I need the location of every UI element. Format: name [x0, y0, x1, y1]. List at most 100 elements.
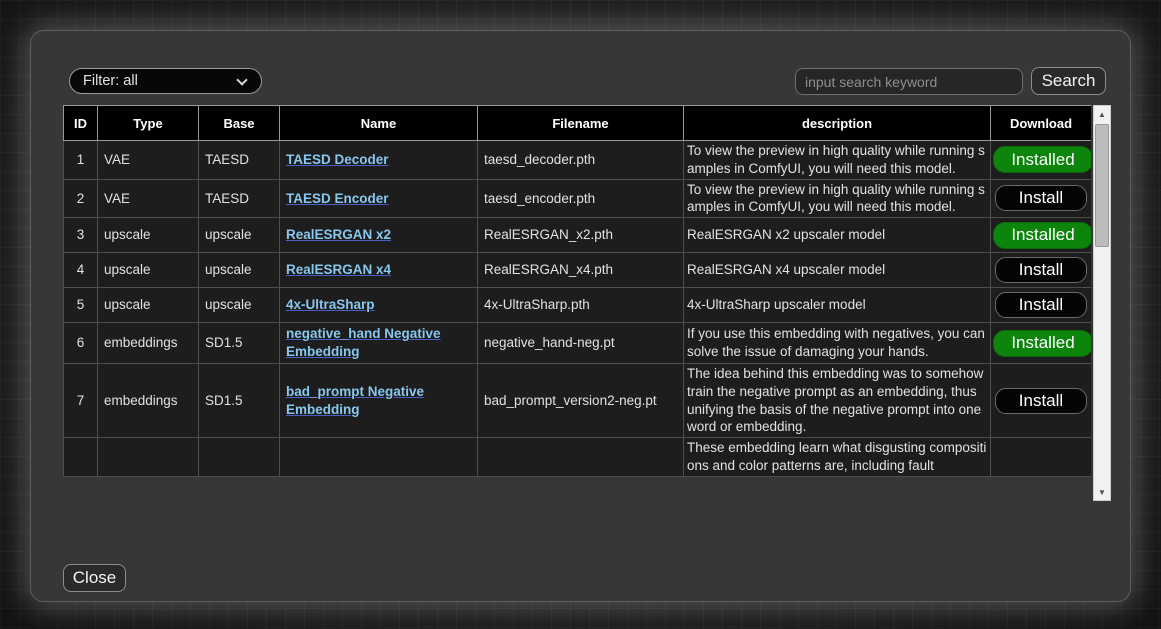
search-input[interactable] — [795, 68, 1023, 95]
table-row: 2VAETAESD TAESD Encoder taesd_encoder.pthT… — [64, 179, 1092, 218]
cell-type: VAE — [98, 179, 199, 218]
cell-type: upscale — [98, 253, 199, 288]
cell-download: Install — [991, 363, 1092, 437]
cell-base: TAESD — [199, 141, 280, 180]
install-button[interactable]: Install — [995, 185, 1087, 211]
cell-type: upscale — [98, 288, 199, 323]
cell-base: upscale — [199, 288, 280, 323]
cell-id: 3 — [64, 218, 98, 253]
scrollbar-down-arrow-icon[interactable]: ▼ — [1094, 484, 1110, 500]
table-row: 5upscaleupscale4x-UltraSharp4x-UltraShar… — [64, 288, 1092, 323]
header-download: Download — [991, 106, 1092, 141]
filter-select-value: Filter: all — [83, 73, 138, 89]
installed-button[interactable]: Installed — [993, 330, 1091, 357]
header-base: Base — [199, 106, 280, 141]
search-button[interactable]: Search — [1031, 67, 1106, 95]
cell-filename: 4x-UltraSharp.pth — [478, 288, 684, 323]
cell-type: embeddings — [98, 363, 199, 437]
installed-button[interactable]: Installed — [993, 146, 1091, 173]
cell-filename: negative_hand-neg.pt — [478, 323, 684, 364]
header-filename: Filename — [478, 106, 684, 141]
cell-type: VAE — [98, 141, 199, 180]
cell-description: To view the preview in high quality whil… — [684, 141, 991, 180]
table-row: 6embeddingsSD1.5negative_hand Negative E… — [64, 323, 1092, 364]
cell-filename: RealESRGAN_x2.pth — [478, 218, 684, 253]
cell-base: SD1.5 — [199, 363, 280, 437]
table-row: These embedding learn what disgusting co… — [64, 438, 1092, 477]
cell-name: bad_prompt Negative Embedding — [280, 363, 478, 437]
cell-type: embeddings — [98, 323, 199, 364]
cell-name: 4x-UltraSharp — [280, 288, 478, 323]
cell-type — [98, 438, 199, 477]
cell-name: RealESRGAN x2 — [280, 218, 478, 253]
cell-download: Install — [991, 253, 1092, 288]
cell-name: TAESD Encoder — [280, 179, 478, 218]
install-button[interactable]: Install — [995, 388, 1087, 414]
cell-filename: taesd_encoder.pth — [478, 179, 684, 218]
cell-description: These embedding learn what disgusting co… — [684, 438, 991, 477]
model-name-link[interactable]: 4x-UltraSharp — [286, 297, 375, 312]
header-name: Name — [280, 106, 478, 141]
table-row: 1VAETAESD TAESD Decoder taesd_decoder.pthT… — [64, 141, 1092, 180]
model-name-link[interactable]: TAESD Encoder — [286, 191, 389, 206]
models-table: ID Type Base Name Filename description D… — [63, 105, 1091, 477]
cell-name: negative_hand Negative Embedding — [280, 323, 478, 364]
table-scrollbar[interactable]: ▲ ▼ — [1093, 105, 1111, 501]
cell-description: RealESRGAN x4 upscaler model — [684, 253, 991, 288]
cell-download: Installed — [991, 323, 1092, 364]
model-name-link[interactable]: bad_prompt Negative Embedding — [286, 384, 424, 417]
scrollbar-up-arrow-icon[interactable]: ▲ — [1094, 106, 1110, 122]
cell-description: The idea behind this embedding was to so… — [684, 363, 991, 437]
cell-id: 5 — [64, 288, 98, 323]
cell-download: Install — [991, 288, 1092, 323]
cell-name: RealESRGAN x4 — [280, 253, 478, 288]
models-table-viewport: ID Type Base Name Filename description D… — [63, 105, 1091, 501]
cell-base — [199, 438, 280, 477]
header-id: ID — [64, 106, 98, 141]
cell-id: 2 — [64, 179, 98, 218]
cell-name — [280, 438, 478, 477]
table-row: 3upscaleupscaleRealESRGAN x2RealESRGAN_x… — [64, 218, 1092, 253]
cell-download — [991, 438, 1092, 477]
close-button[interactable]: Close — [63, 564, 126, 592]
chevron-down-icon — [236, 74, 247, 85]
cell-download: Installed — [991, 141, 1092, 180]
cell-base: upscale — [199, 218, 280, 253]
model-name-link[interactable]: TAESD Decoder — [286, 152, 389, 167]
scrollbar-thumb[interactable] — [1095, 124, 1109, 247]
model-name-link[interactable]: RealESRGAN x2 — [286, 227, 391, 242]
cell-id: 7 — [64, 363, 98, 437]
install-button[interactable]: Install — [995, 257, 1087, 283]
model-name-link[interactable]: negative_hand Negative Embedding — [286, 326, 441, 359]
cell-filename: taesd_decoder.pth — [478, 141, 684, 180]
table-row: 7embeddingsSD1.5bad_prompt Negative Embe… — [64, 363, 1092, 437]
table-header-row: ID Type Base Name Filename description D… — [64, 106, 1092, 141]
cell-id: 1 — [64, 141, 98, 180]
install-models-dialog: Filter: all Search ID Type Base Name Fil… — [30, 30, 1131, 602]
install-button[interactable]: Install — [995, 292, 1087, 318]
cell-id — [64, 438, 98, 477]
header-description: description — [684, 106, 991, 141]
cell-description: 4x-UltraSharp upscaler model — [684, 288, 991, 323]
cell-base: SD1.5 — [199, 323, 280, 364]
models-table-body: 1VAETAESDTAESD Decodertaesd_decoder.pthT… — [64, 141, 1092, 477]
cell-filename: bad_prompt_version2-neg.pt — [478, 363, 684, 437]
cell-name: TAESD Decoder — [280, 141, 478, 180]
installed-button[interactable]: Installed — [993, 222, 1091, 249]
model-name-link[interactable]: RealESRGAN x4 — [286, 262, 391, 277]
cell-description: To view the preview in high quality whil… — [684, 179, 991, 218]
cell-base: upscale — [199, 253, 280, 288]
table-row: 4upscaleupscaleRealESRGAN x4RealESRGAN_x… — [64, 253, 1092, 288]
cell-download: Install — [991, 179, 1092, 218]
cell-download: Installed — [991, 218, 1092, 253]
cell-type: upscale — [98, 218, 199, 253]
cell-base: TAESD — [199, 179, 280, 218]
cell-id: 4 — [64, 253, 98, 288]
cell-description: If you use this embedding with negatives… — [684, 323, 991, 364]
filter-select[interactable]: Filter: all — [69, 68, 262, 94]
cell-id: 6 — [64, 323, 98, 364]
cell-filename — [478, 438, 684, 477]
cell-filename: RealESRGAN_x4.pth — [478, 253, 684, 288]
cell-description: RealESRGAN x2 upscaler model — [684, 218, 991, 253]
header-type: Type — [98, 106, 199, 141]
